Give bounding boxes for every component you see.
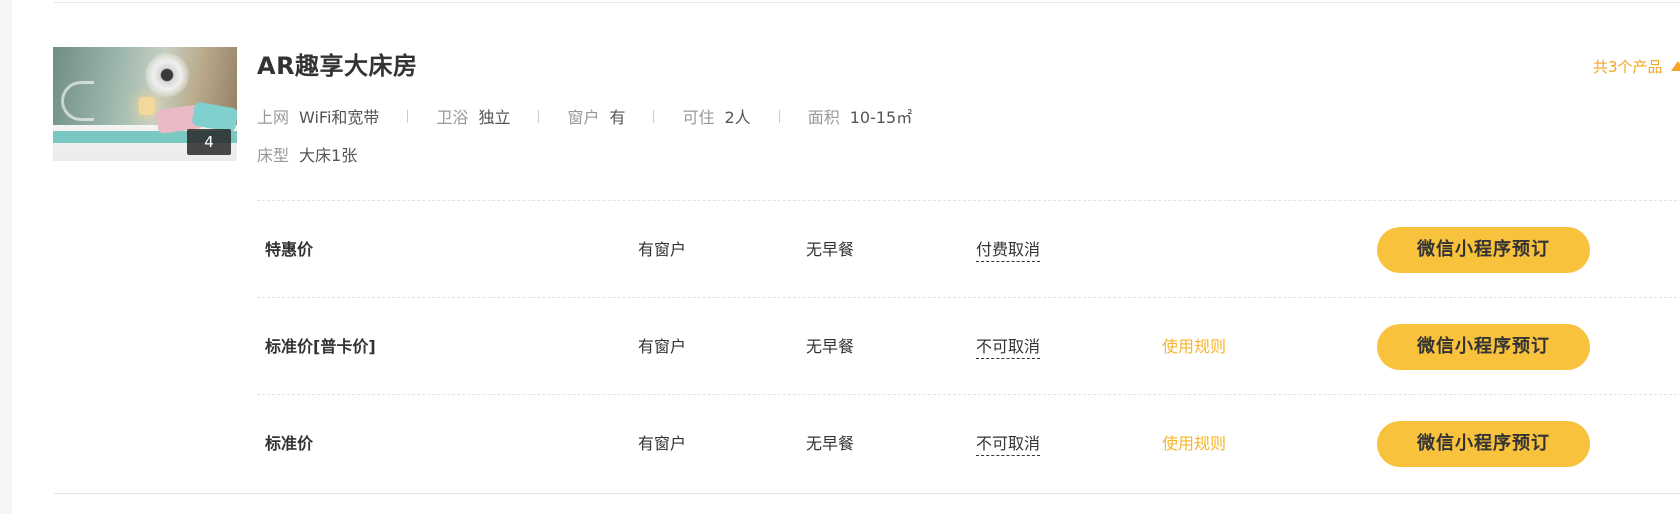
spec-divider	[538, 109, 540, 123]
rate-name: 特惠价	[265, 240, 314, 259]
spec-divider	[407, 109, 409, 123]
cancel-policy-link[interactable]: 不可取消	[976, 337, 1041, 359]
rate-rules-link[interactable]: 使用规则	[1162, 298, 1226, 395]
room-specs: 上网 WiFi和宽带 卫浴 独立 窗户 有 可住 2人 面积 10-15㎡	[257, 104, 912, 128]
spec-value: WiFi和宽带	[299, 108, 380, 127]
spec-label: 可住	[682, 108, 715, 127]
spec-window: 窗户 有	[567, 104, 625, 128]
thumbnail-wall-logo	[61, 81, 94, 121]
rate-cancel-policy: 不可取消	[976, 395, 1041, 492]
spec-bed-type: 床型 大床1张	[257, 142, 357, 166]
rate-rules-link[interactable]: 使用规则	[1162, 395, 1226, 492]
rate-name: 标准价[普卡价]	[265, 337, 376, 356]
product-count-label: 共3个产品	[1593, 58, 1663, 76]
spec-label: 卫浴	[436, 108, 469, 127]
room-thumbnail[interactable]: 4	[53, 47, 237, 161]
spec-label: 床型	[257, 146, 290, 165]
spec-area: 面积 10-15㎡	[808, 104, 913, 128]
rate-meal: 无早餐	[806, 434, 855, 453]
rate-meal: 无早餐	[806, 240, 855, 259]
room-title: AR趣享大床房	[257, 52, 418, 80]
spec-bathroom: 卫浴 独立	[436, 104, 510, 128]
room-card: 4 AR趣享大床房 共3个产品 上网 WiFi和宽带 卫浴 独立 窗户 有 可住…	[12, 0, 1680, 514]
spec-label: 窗户	[567, 108, 600, 127]
thumbnail-dandelion-art	[145, 53, 189, 97]
spec-divider	[653, 109, 655, 123]
thumbnail-lamp	[139, 97, 155, 115]
rate-window: 有窗户	[638, 434, 687, 453]
rate-cancel-policy: 不可取消	[976, 298, 1041, 395]
rate-row: 特惠价 有窗户 无早餐 付费取消 微信小程序预订	[257, 200, 1680, 298]
cancel-policy-link[interactable]: 付费取消	[976, 240, 1041, 262]
spec-value: 独立	[478, 108, 511, 127]
spec-value: 大床1张	[299, 146, 358, 165]
spec-internet: 上网 WiFi和宽带	[257, 104, 379, 128]
spec-value: 10-15㎡	[849, 108, 913, 127]
wechat-book-button[interactable]: 微信小程序预订	[1377, 227, 1590, 273]
rate-meal: 无早餐	[806, 337, 855, 356]
spec-value: 有	[609, 108, 626, 127]
rate-window: 有窗户	[638, 337, 687, 356]
spec-occupancy: 可住 2人	[682, 104, 750, 128]
rate-name: 标准价	[265, 434, 314, 453]
spec-label: 面积	[807, 108, 840, 127]
rate-row: 标准价[普卡价] 有窗户 无早餐 不可取消 使用规则 微信小程序预订	[257, 297, 1680, 395]
rate-row: 标准价 有窗户 无早餐 不可取消 使用规则 微信小程序预订	[257, 394, 1680, 492]
product-count-toggle[interactable]: 共3个产品	[1593, 56, 1680, 77]
cancel-policy-link[interactable]: 不可取消	[976, 434, 1041, 456]
spec-divider	[778, 109, 780, 123]
image-count-badge: 4	[187, 129, 231, 155]
collapse-arrow-icon	[1670, 61, 1680, 71]
spec-value: 2人	[724, 108, 751, 127]
rate-window: 有窗户	[638, 240, 687, 259]
spec-label: 上网	[257, 108, 290, 127]
wechat-book-button[interactable]: 微信小程序预订	[1377, 421, 1590, 467]
top-divider	[54, 2, 1680, 3]
wechat-book-button[interactable]: 微信小程序预订	[1377, 324, 1590, 370]
rate-cancel-policy: 付费取消	[976, 201, 1041, 298]
bottom-divider	[54, 493, 1680, 494]
